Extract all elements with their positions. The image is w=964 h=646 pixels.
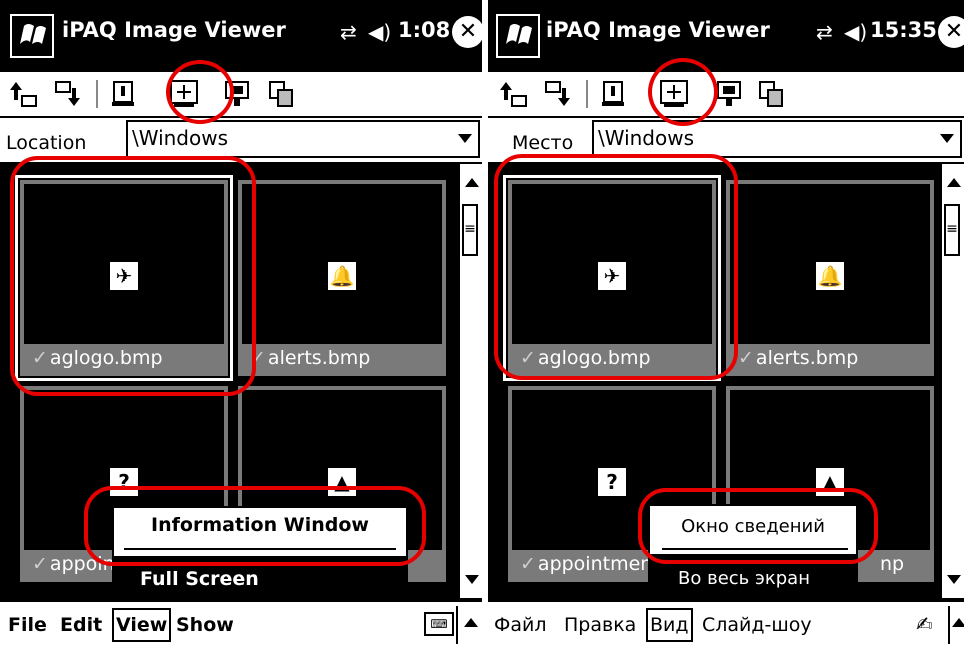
full-screen-icon[interactable] [168, 78, 200, 110]
toolbar-separator [586, 80, 588, 108]
slideshow-icon[interactable] [222, 78, 254, 110]
scroll-down-icon[interactable] [947, 575, 961, 584]
title-bar: iPAQ Image Viewer ⇄ ◀) 1:08 ✕ [0, 0, 482, 72]
left-panel: iPAQ Image Viewer ⇄ ◀) 1:08 ✕ Location \… [0, 0, 482, 646]
thumbnail-caption: ✓ aglogo.bmp [24, 344, 224, 372]
windows-start-icon[interactable] [496, 14, 540, 58]
info-window-icon[interactable] [108, 78, 140, 110]
menu-file[interactable]: Файл [494, 614, 547, 636]
menu-bar: Файл Правка Вид Слайд-шоу ✍ [488, 600, 964, 646]
pen-icon[interactable]: ✍ [916, 612, 933, 636]
thumbnail-item[interactable]: 🔔 ✓ alerts.bmp [238, 180, 446, 376]
menu-edit[interactable]: Правка [564, 614, 636, 636]
folder-down-icon[interactable] [542, 78, 574, 110]
location-dropdown[interactable]: \Windows [126, 120, 480, 158]
view-menu-popup: Окно сведений Во весь экран [648, 504, 858, 598]
menu-separator [456, 606, 458, 644]
toolbar [488, 72, 964, 118]
up-arrow-icon: ▲ [328, 468, 356, 496]
close-icon[interactable]: ✕ [452, 16, 482, 48]
vertical-scrollbar[interactable]: ≡ [458, 164, 482, 598]
windows-start-icon[interactable] [10, 14, 54, 58]
app-title: iPAQ Image Viewer [62, 18, 286, 42]
menu-slideshow[interactable]: Слайд-шоу [702, 614, 812, 636]
menu-item-full-screen[interactable]: Full Screen [140, 568, 259, 590]
bell-icon: 🔔 [816, 262, 844, 290]
puzzle-icon: ? [110, 468, 138, 496]
thumbnail-caption: ✓ alerts.bmp [242, 344, 442, 372]
scroll-up-icon[interactable] [465, 178, 479, 187]
vertical-scrollbar[interactable]: ≡ [940, 164, 964, 598]
folder-down-icon[interactable] [52, 78, 84, 110]
menu-bar: File Edit View Show ⌨ [0, 600, 482, 646]
folder-up-icon[interactable] [8, 78, 40, 110]
volume-icon[interactable]: ◀) [844, 20, 867, 44]
chevron-down-icon[interactable] [458, 134, 472, 143]
menu-separator [662, 548, 848, 550]
title-bar: iPAQ Image Viewer ⇄ ◀) 15:35 ✕ [488, 0, 964, 72]
location-bar: Место \Windows [488, 118, 964, 162]
clock-time[interactable]: 15:35 [870, 18, 937, 42]
folder-up-icon[interactable] [498, 78, 530, 110]
thumbnail-caption: ✓ aglogo.bmp [512, 344, 712, 372]
scroll-up-icon[interactable] [947, 178, 961, 187]
location-value: \Windows [132, 126, 229, 150]
menu-edit[interactable]: Edit [60, 614, 102, 636]
location-label: Место [512, 132, 574, 154]
connectivity-icon[interactable]: ⇄ [340, 20, 357, 44]
copy-image-icon[interactable] [266, 78, 298, 110]
location-dropdown[interactable]: \Windows [592, 120, 962, 158]
connectivity-icon[interactable]: ⇄ [816, 20, 833, 44]
thumbnail-item[interactable]: ✈ ✓ aglogo.bmp [503, 175, 721, 381]
scroll-thumb[interactable]: ≡ [462, 204, 478, 256]
up-arrow-icon: ▲ [816, 468, 844, 496]
menu-item-full-screen[interactable]: Во весь экран [678, 568, 810, 589]
scroll-thumb[interactable]: ≡ [944, 204, 960, 256]
thumbnail-item[interactable]: 🔔 ✓ alerts.bmp [726, 180, 934, 376]
toolbar [0, 72, 482, 118]
puzzle-icon: ? [598, 468, 626, 496]
menu-item-information-window[interactable]: Information Window [112, 506, 408, 558]
thumbnail-caption: ✓ alerts.bmp [730, 344, 930, 372]
menu-view[interactable]: View [112, 608, 172, 642]
slideshow-icon[interactable] [714, 78, 746, 110]
copy-image-icon[interactable] [756, 78, 788, 110]
bell-icon: 🔔 [328, 262, 356, 290]
right-panel: iPAQ Image Viewer ⇄ ◀) 15:35 ✕ Место \Wi… [488, 0, 964, 646]
sip-up-arrow-icon[interactable] [952, 618, 964, 627]
location-bar: Location \Windows [0, 118, 482, 162]
location-value: \Windows [598, 126, 695, 150]
sip-up-arrow-icon[interactable] [464, 618, 478, 627]
volume-icon[interactable]: ◀) [368, 20, 391, 44]
menu-show[interactable]: Show [176, 614, 234, 636]
aglogo-icon: ✈ [110, 262, 138, 290]
menu-file[interactable]: File [8, 614, 47, 636]
toolbar-separator [96, 80, 98, 108]
close-icon[interactable]: ✕ [938, 16, 964, 48]
menu-item-information-window[interactable]: Окно сведений [648, 504, 858, 556]
check-icon: ✓ [32, 347, 48, 369]
check-icon: ✓ [738, 347, 754, 369]
scroll-down-icon[interactable] [465, 575, 479, 584]
aglogo-icon: ✈ [598, 262, 626, 290]
info-window-icon[interactable] [598, 78, 630, 110]
check-icon: ✓ [520, 553, 536, 575]
menu-view[interactable]: Вид [646, 608, 693, 642]
app-title: iPAQ Image Viewer [546, 18, 770, 42]
location-label: Location [6, 132, 87, 154]
view-menu-popup: Information Window Full Screen [112, 506, 408, 598]
check-icon: ✓ [250, 347, 266, 369]
menu-separator [948, 606, 950, 644]
full-screen-icon[interactable] [658, 78, 690, 110]
keyboard-icon[interactable]: ⌨ [424, 612, 454, 636]
clock-time[interactable]: 1:08 [398, 18, 450, 42]
chevron-down-icon[interactable] [940, 134, 954, 143]
thumbnail-item[interactable]: ✈ ✓ aglogo.bmp [15, 175, 233, 381]
check-icon: ✓ [32, 553, 48, 575]
check-icon: ✓ [520, 347, 536, 369]
menu-separator [124, 548, 396, 550]
